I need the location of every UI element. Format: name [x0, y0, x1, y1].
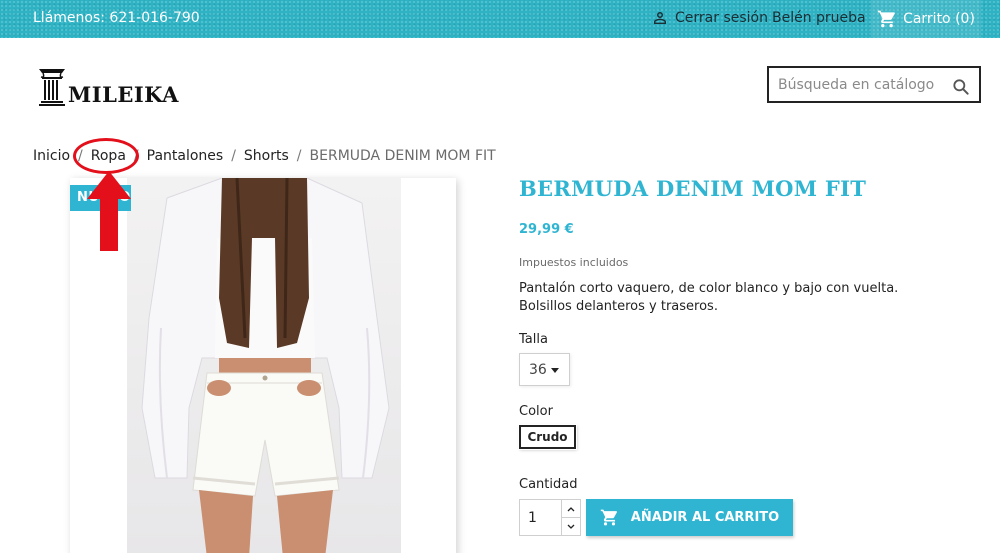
breadcrumb-separator: /: [133, 148, 139, 164]
logout-label: Cerrar sesión: [675, 10, 768, 26]
search-icon[interactable]: [951, 77, 971, 97]
add-to-cart-button[interactable]: AÑADIR AL CARRITO: [586, 499, 793, 536]
size-select[interactable]: 36: [519, 353, 570, 386]
top-bar: Llámenos: 621-016-790 Cerrar sesión Belé…: [0, 0, 1000, 38]
shopping-cart-icon: [877, 10, 895, 28]
add-to-cart-label: AÑADIR AL CARRITO: [630, 510, 780, 525]
model-illustration: [141, 178, 390, 553]
quantity-increase-button[interactable]: [562, 500, 580, 517]
size-value: 36: [529, 361, 547, 378]
color-label: Color: [519, 404, 553, 419]
breadcrumb-pantalones[interactable]: Pantalones: [147, 148, 224, 164]
quantity-label: Cantidad: [519, 477, 578, 492]
product-photo: [127, 178, 401, 553]
cart-label: Carrito (0): [903, 11, 975, 27]
site-logo[interactable]: MILEIKA: [37, 66, 179, 106]
quantity-input[interactable]: [520, 500, 561, 535]
logo-text: MILEIKA: [68, 82, 179, 107]
color-option-crudo[interactable]: Crudo: [519, 425, 576, 449]
quantity-spinner: [561, 500, 580, 535]
caret-down-icon: [551, 368, 559, 373]
search-input[interactable]: [778, 76, 948, 93]
search-box: [767, 66, 981, 103]
user-icon: [654, 12, 666, 24]
chevron-down-icon: [567, 524, 575, 529]
chevron-up-icon: [567, 506, 575, 511]
new-badge: NUEVO: [70, 185, 131, 211]
breadcrumb-separator: /: [78, 148, 83, 164]
column-icon: [39, 69, 65, 106]
breadcrumb-current: BERMUDA DENIM MOM FIT: [309, 148, 496, 164]
product-title: BERMUDA DENIM MOM FIT: [519, 176, 867, 201]
breadcrumb-shorts[interactable]: Shorts: [244, 148, 289, 164]
product-price: 29,99 €: [519, 222, 574, 237]
breadcrumb-ropa[interactable]: Ropa: [91, 148, 126, 164]
breadcrumb-inicio[interactable]: Inicio: [33, 148, 70, 164]
cart-link[interactable]: Carrito (0): [871, 0, 981, 38]
product-image-card[interactable]: [70, 178, 456, 553]
size-label: Talla: [519, 332, 548, 347]
account-link[interactable]: Belén prueba: [772, 10, 866, 26]
breadcrumb: Inicio / Ropa / Pantalones / Shorts / BE…: [33, 148, 496, 164]
logout-link[interactable]: Cerrar sesión: [651, 9, 768, 27]
product-description: Pantalón corto vaquero, de color blanco …: [519, 281, 899, 314]
tax-note: Impuestos incluidos: [519, 256, 629, 269]
quantity-stepper: [519, 499, 581, 536]
contact-phone: Llámenos: 621-016-790: [33, 10, 200, 26]
breadcrumb-separator: /: [296, 148, 302, 164]
breadcrumb-separator: /: [231, 148, 236, 164]
quantity-decrease-button[interactable]: [562, 517, 580, 535]
cart-plus-icon: [600, 509, 617, 526]
